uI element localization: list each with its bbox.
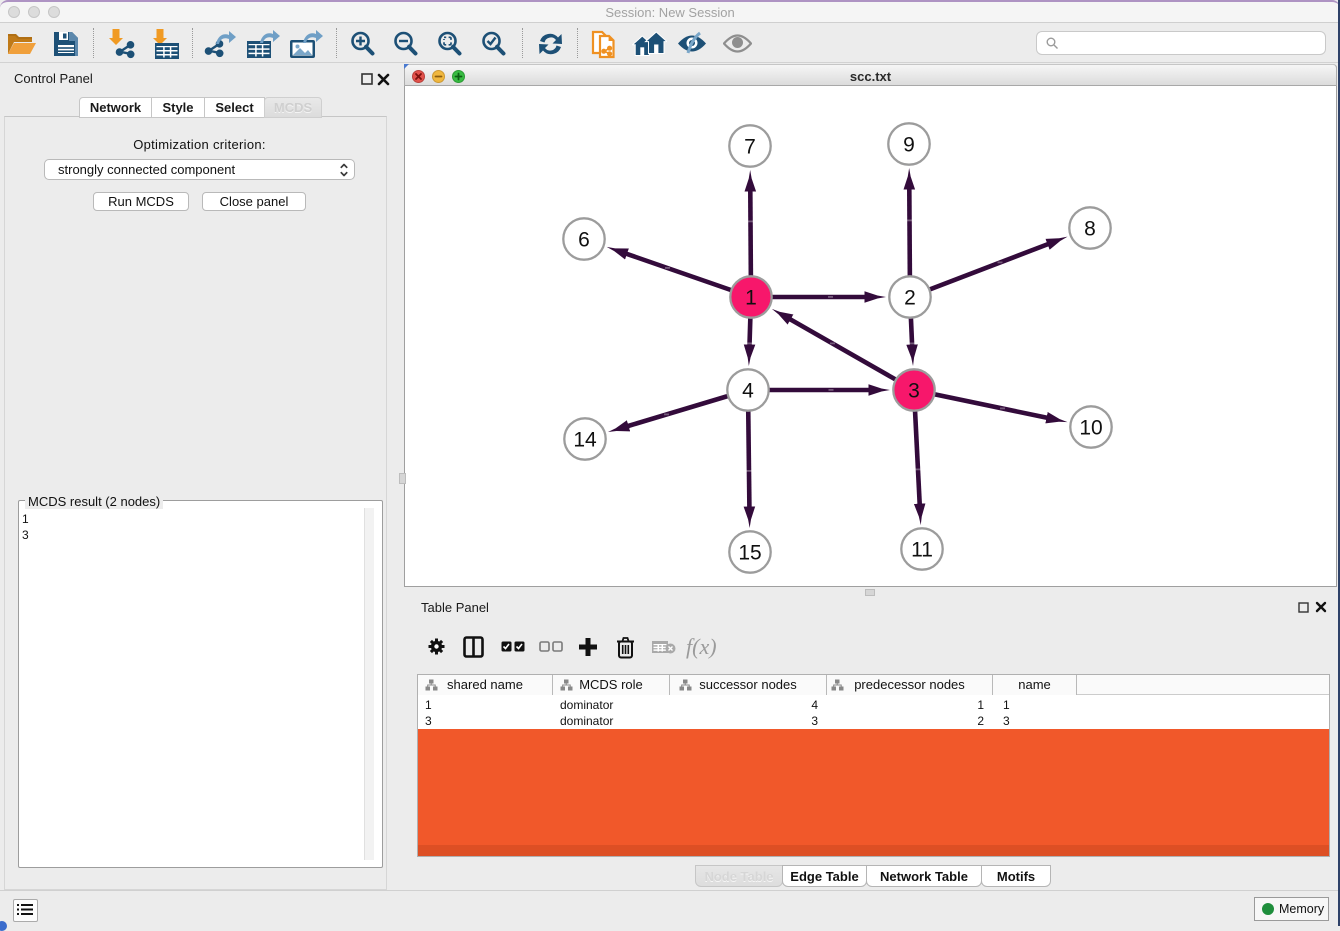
svg-text:7: 7 [744, 136, 756, 159]
svg-text:4: 4 [742, 380, 754, 403]
svg-text:9: 9 [903, 134, 915, 157]
svg-text:11: 11 [911, 539, 933, 562]
svg-text:10: 10 [1079, 417, 1102, 440]
svg-text:3: 3 [908, 380, 920, 403]
svg-text:6: 6 [578, 229, 590, 252]
svg-text:15: 15 [738, 542, 761, 565]
svg-text:1: 1 [745, 287, 757, 310]
svg-text:14: 14 [573, 429, 597, 452]
svg-text:8: 8 [1084, 218, 1096, 241]
svg-text:2: 2 [904, 287, 916, 310]
